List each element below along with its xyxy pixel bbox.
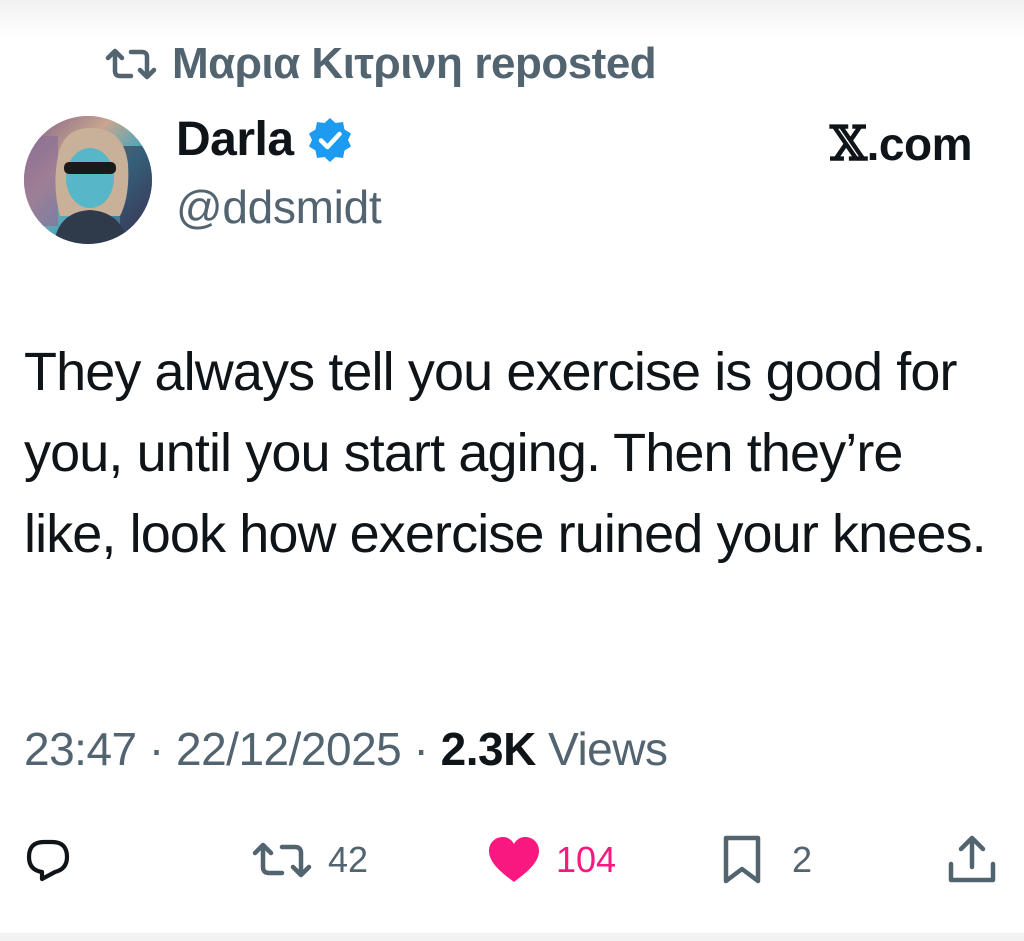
profile-photo-icon — [24, 116, 152, 244]
author-name[interactable]: Darla — [176, 112, 354, 167]
repost-header[interactable]: Μαρια Κιτρινη reposted — [104, 38, 657, 90]
source-domain: .com — [866, 118, 973, 170]
bookmark-button[interactable]: 2 — [722, 828, 812, 892]
meta-separator: · — [148, 723, 164, 775]
tweet-date[interactable]: 22/12/2025 — [176, 723, 402, 775]
share-button[interactable] — [946, 828, 998, 892]
like-count: 104 — [556, 839, 617, 880]
reposter-name: Μαρια Κιτρινη — [172, 39, 463, 88]
action-bar: 42 104 2 — [0, 828, 1024, 892]
bookmark-count: 2 — [792, 839, 813, 880]
verified-badge-icon — [306, 116, 354, 164]
meta-separator: · — [413, 723, 429, 775]
divider — [0, 933, 1024, 941]
like-button[interactable]: 104 — [486, 828, 616, 892]
top-fade — [0, 0, 1024, 40]
tweet-meta: 23:47 · 22/12/2025 · 2.3K Views — [24, 722, 668, 776]
author-handle[interactable]: @ddsmidt — [176, 180, 382, 234]
views-label: Views — [548, 723, 668, 775]
repost-button[interactable]: 42 — [250, 828, 368, 892]
repost-icon — [252, 842, 312, 878]
tweet-time[interactable]: 23:47 — [24, 723, 137, 775]
repost-count: 42 — [328, 839, 369, 880]
tweet-text: They always tell you exercise is good fo… — [24, 342, 987, 564]
views-count: 2.3K — [440, 723, 537, 775]
reply-button[interactable] — [24, 828, 72, 892]
source-label: 𝕏 .com — [829, 116, 973, 172]
x-logo-icon: 𝕏 — [829, 116, 867, 172]
reply-bubble-icon — [26, 839, 70, 882]
repost-icon — [105, 48, 157, 80]
avatar[interactable] — [24, 116, 152, 244]
heart-icon — [489, 837, 539, 882]
share-icon — [948, 835, 996, 883]
repost-suffix: reposted — [474, 39, 657, 88]
bookmark-icon — [723, 835, 761, 884]
author-display-name: Darla — [176, 113, 294, 166]
